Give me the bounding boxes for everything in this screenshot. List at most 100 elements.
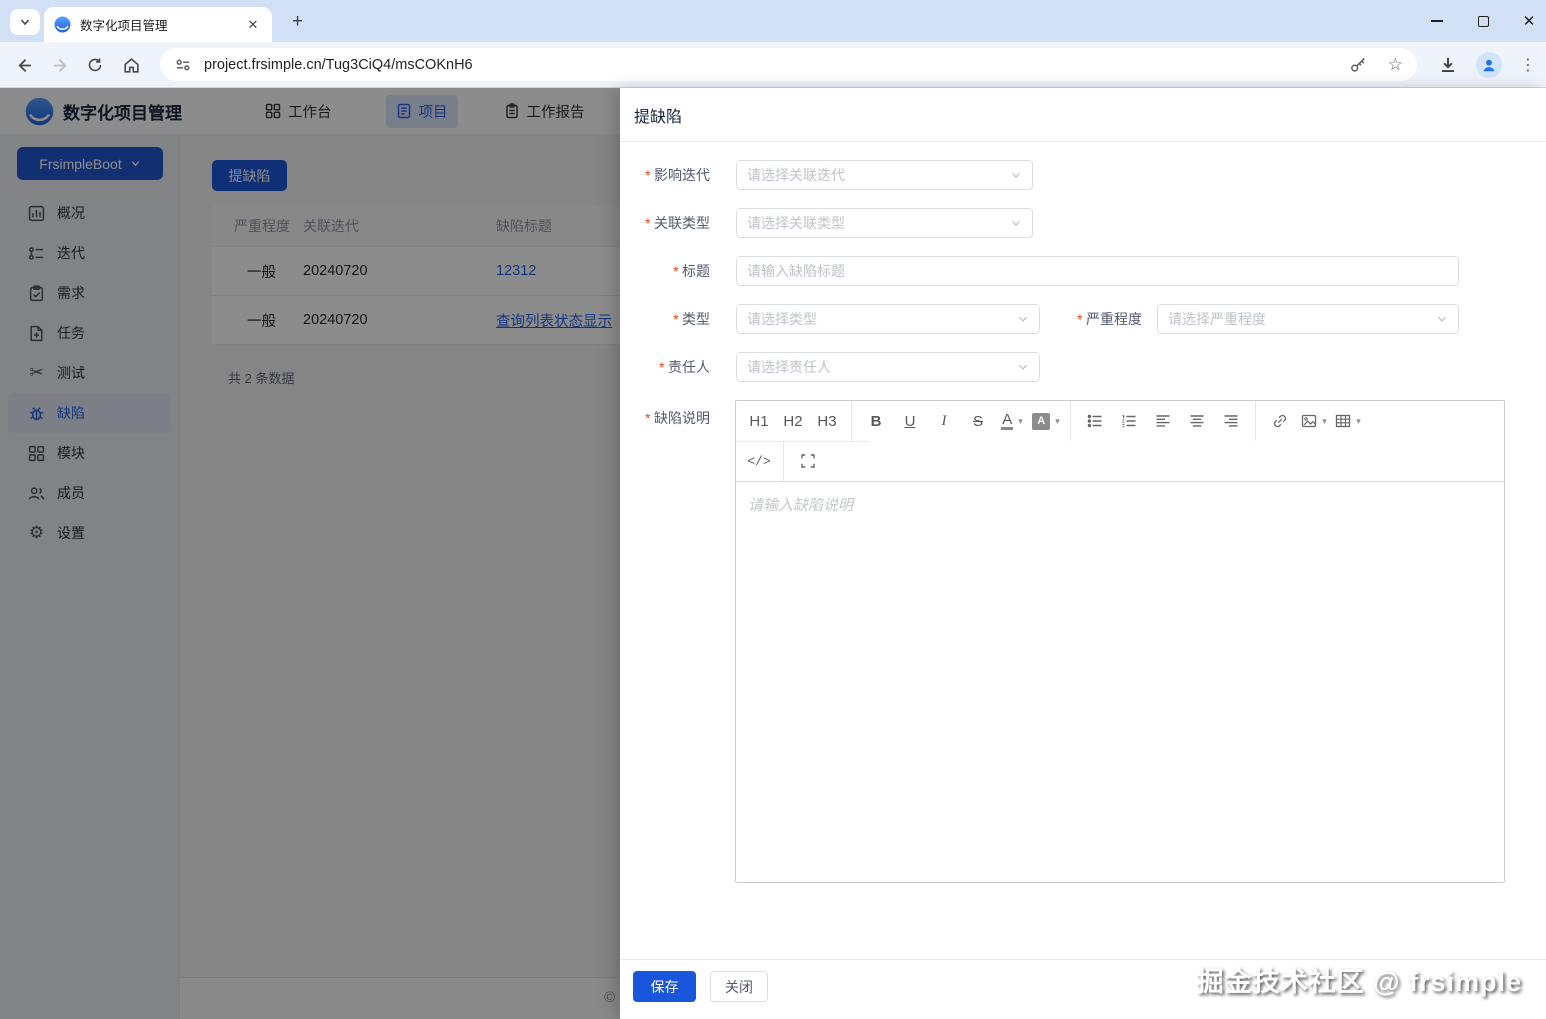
chevron-down-icon	[1436, 313, 1448, 325]
align-center-icon	[1189, 413, 1205, 429]
profile-avatar[interactable]	[1476, 52, 1502, 78]
owner-select[interactable]: 请选择责任人	[736, 352, 1040, 382]
person-icon	[1481, 57, 1497, 73]
caret-down-icon: ▾	[1055, 416, 1060, 427]
chevron-down-icon	[1010, 169, 1022, 181]
iteration-select[interactable]: 请选择关联迭代	[736, 160, 1033, 190]
image-icon	[1301, 413, 1317, 429]
browser-tabstrip: 数字化项目管理 ✕ + ✕	[0, 0, 1546, 42]
heading3-button[interactable]: H3	[810, 406, 844, 436]
chevron-down-icon	[1017, 313, 1029, 325]
field-label: 缺陷说明	[654, 408, 710, 428]
select-placeholder: 请选择责任人	[747, 357, 1017, 377]
ordered-list-button[interactable]	[1112, 406, 1146, 436]
close-button[interactable]: 关闭	[710, 971, 768, 1002]
field-label: 影响迭代	[654, 165, 710, 185]
save-button[interactable]: 保存	[633, 971, 696, 1002]
heading2-button[interactable]: H2	[776, 406, 810, 436]
align-left-button[interactable]	[1146, 406, 1180, 436]
window-maximize-button[interactable]	[1474, 12, 1492, 30]
password-key-icon[interactable]	[1349, 55, 1368, 74]
reload-button[interactable]	[83, 53, 107, 77]
required-asterisk: *	[673, 263, 678, 279]
site-info-icon	[174, 56, 192, 74]
rich-text-editor: H1 H2 H3 B U I S A ▾	[735, 400, 1505, 883]
window-minimize-button[interactable]	[1428, 12, 1446, 30]
strikethrough-button[interactable]: S	[961, 406, 995, 436]
bg-color-button[interactable]: A ▾	[1029, 406, 1063, 436]
ordered-list-icon	[1121, 413, 1137, 429]
align-right-button[interactable]	[1214, 406, 1248, 436]
chevron-down-icon	[19, 16, 31, 28]
bullet-list-button[interactable]	[1078, 406, 1112, 436]
tab-search-button[interactable]	[10, 9, 40, 35]
relation-type-select[interactable]: 请选择关联类型	[736, 208, 1033, 238]
required-asterisk: *	[645, 410, 650, 426]
select-placeholder: 请选择类型	[747, 309, 1017, 329]
url-text[interactable]: project.frsimple.cn/Tug3CiQ4/msCOKnH6	[204, 57, 1349, 73]
tab-title: 数字化项目管理	[80, 15, 244, 34]
back-button[interactable]	[12, 53, 36, 77]
caret-down-icon: ▾	[1018, 416, 1023, 427]
defect-title-input[interactable]	[736, 256, 1459, 286]
toolbar-separator	[851, 401, 852, 441]
toolbar-wrap-divider	[736, 441, 870, 442]
window-close-button[interactable]: ✕	[1520, 12, 1538, 30]
select-placeholder: 请选择关联类型	[747, 213, 1010, 233]
toolbar-separator	[783, 441, 784, 481]
chevron-down-icon	[1017, 361, 1029, 373]
browser-actions: ⋮	[1438, 48, 1536, 81]
browser-tab[interactable]: 数字化项目管理 ✕	[44, 7, 272, 42]
app-page: 数字化项目管理 工作台 项目 工作报告 接口	[0, 88, 1546, 1019]
required-asterisk: *	[1077, 311, 1082, 327]
bold-button[interactable]: B	[859, 406, 893, 436]
toolbar-separator	[1070, 401, 1071, 441]
home-button[interactable]	[119, 53, 143, 77]
back-icon	[15, 56, 34, 75]
drawer-form: *影响迭代 请选择关联迭代 *关联类型 请选择关联类型 *标题	[620, 142, 1546, 883]
site-favicon-icon	[54, 16, 71, 33]
field-label: 严重程度	[1086, 309, 1142, 329]
insert-link-button[interactable]	[1263, 406, 1297, 436]
forward-icon	[51, 56, 70, 75]
code-block-button[interactable]: </>	[742, 446, 776, 476]
window-controls: ✕	[1428, 0, 1538, 42]
severity-select[interactable]: 请选择严重程度	[1157, 304, 1459, 334]
underline-button[interactable]: U	[893, 406, 927, 436]
field-row-relation: *关联类型 请选择关联类型	[620, 208, 1546, 238]
caret-down-icon: ▾	[1322, 416, 1327, 427]
browser-menu-icon[interactable]: ⋮	[1520, 55, 1536, 75]
fullscreen-button[interactable]	[791, 446, 825, 476]
bullet-list-icon	[1087, 413, 1103, 429]
field-row-title: *标题	[620, 256, 1546, 286]
italic-button[interactable]: I	[927, 406, 961, 436]
field-label: 标题	[682, 261, 710, 281]
field-label: 责任人	[668, 357, 710, 377]
required-asterisk: *	[645, 215, 650, 231]
insert-image-button[interactable]: ▾	[1297, 406, 1331, 436]
align-center-button[interactable]	[1180, 406, 1214, 436]
tab-close-icon[interactable]: ✕	[244, 16, 262, 34]
browser-toolbar: project.frsimple.cn/Tug3CiQ4/msCOKnH6 ☆	[0, 42, 1546, 88]
drawer-header: 提缺陷	[620, 88, 1546, 142]
heading1-button[interactable]: H1	[742, 406, 776, 436]
editor-placeholder: 请输入缺陷说明	[748, 497, 853, 514]
url-bar[interactable]: project.frsimple.cn/Tug3CiQ4/msCOKnH6 ☆	[160, 48, 1417, 81]
align-left-icon	[1155, 413, 1171, 429]
defect-type-select[interactable]: 请选择类型	[736, 304, 1040, 334]
table-icon	[1335, 413, 1351, 429]
required-asterisk: *	[645, 167, 650, 183]
chevron-down-icon	[1010, 217, 1022, 229]
field-label: 类型	[682, 309, 710, 329]
new-tab-button[interactable]: +	[284, 9, 311, 36]
forward-button[interactable]	[48, 53, 72, 77]
editor-content-area[interactable]: 请输入缺陷说明	[736, 482, 1504, 882]
font-color-button[interactable]: A ▾	[995, 406, 1029, 436]
insert-table-button[interactable]: ▾	[1331, 406, 1365, 436]
select-placeholder: 请选择严重程度	[1168, 309, 1436, 329]
home-icon	[122, 56, 141, 75]
field-row-description: *缺陷说明 H1 H2 H3 B U I S	[620, 400, 1546, 883]
download-icon[interactable]	[1438, 55, 1458, 75]
bookmark-star-icon[interactable]: ☆	[1388, 55, 1403, 75]
bg-color-a-icon: A	[1032, 413, 1050, 430]
